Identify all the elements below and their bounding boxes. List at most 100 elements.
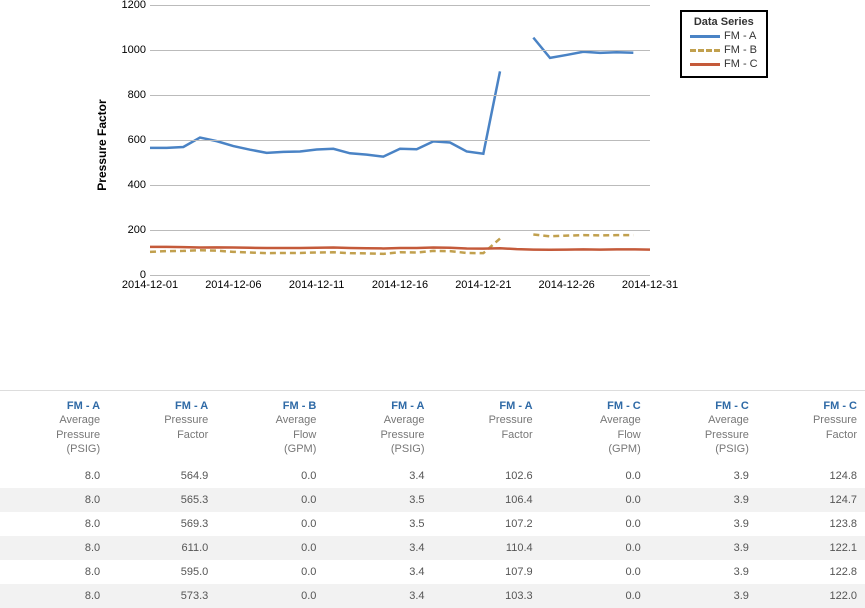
series-line <box>533 38 633 58</box>
legend-label: FM - A <box>724 30 756 42</box>
table-cell: 595.0 <box>108 560 216 584</box>
column-header[interactable]: FM - APressureFactor <box>108 391 216 464</box>
column-header[interactable]: FM - CAverageFlow(GPM) <box>541 391 649 464</box>
table-cell: 3.5 <box>324 488 432 512</box>
table-cell: 3.5 <box>324 512 432 536</box>
legend-swatch <box>690 49 720 52</box>
table-cell: 3.9 <box>649 512 757 536</box>
y-tick-label: 1000 <box>122 44 150 56</box>
column-header-sub: PressureFactor <box>441 413 533 442</box>
y-tick-label: 400 <box>128 179 150 191</box>
table-row: 8.0611.00.03.4110.40.03.9122.1 <box>0 536 865 560</box>
column-header-series: FM - A <box>116 399 208 413</box>
table-cell: 8.0 <box>0 512 108 536</box>
x-tick-label: 2014-12-01 <box>122 275 178 291</box>
column-header-sub: AverageFlow(GPM) <box>224 413 316 456</box>
table-cell: 0.0 <box>216 560 324 584</box>
legend-title: Data Series <box>690 16 758 28</box>
table-cell: 0.0 <box>541 560 649 584</box>
table-cell: 107.9 <box>433 560 541 584</box>
legend-swatch <box>690 35 720 38</box>
table-cell: 0.0 <box>541 584 649 608</box>
series-line <box>150 71 500 156</box>
y-tick-label: 800 <box>128 89 150 101</box>
column-header[interactable]: FM - CPressureFactor <box>757 391 865 464</box>
column-header-sub: AveragePressure(PSIG) <box>8 413 100 456</box>
column-header-series: FM - C <box>549 399 641 413</box>
table-cell: 8.0 <box>0 584 108 608</box>
y-tick-label: 1200 <box>122 0 150 11</box>
table-cell: 573.3 <box>108 584 216 608</box>
legend: Data Series FM - A FM - B FM - C <box>680 10 768 78</box>
plot-region: 0200400600800100012002014-12-012014-12-0… <box>150 5 650 276</box>
table-cell: 102.6 <box>433 464 541 488</box>
legend-swatch <box>690 63 720 66</box>
column-header[interactable]: FM - AAveragePressure(PSIG) <box>324 391 432 464</box>
legend-label: FM - C <box>724 58 758 70</box>
x-tick-label: 2014-12-26 <box>539 275 595 291</box>
gridline <box>150 5 650 6</box>
gridline <box>150 140 650 141</box>
table-cell: 3.4 <box>324 464 432 488</box>
table-cell: 3.9 <box>649 560 757 584</box>
data-table: FM - AAveragePressure(PSIG)FM - APressur… <box>0 391 865 608</box>
table-cell: 122.0 <box>757 584 865 608</box>
table-row: 8.0573.30.03.4103.30.03.9122.0 <box>0 584 865 608</box>
column-header-series: FM - C <box>765 399 857 413</box>
column-header[interactable]: FM - AAveragePressure(PSIG) <box>0 391 108 464</box>
column-header-sub: AveragePressure(PSIG) <box>657 413 749 456</box>
table-cell: 110.4 <box>433 536 541 560</box>
gridline <box>150 230 650 231</box>
table-cell: 0.0 <box>541 512 649 536</box>
table-cell: 0.0 <box>541 464 649 488</box>
x-tick-label: 2014-12-31 <box>622 275 678 291</box>
table-cell: 565.3 <box>108 488 216 512</box>
table-cell: 103.3 <box>433 584 541 608</box>
column-header[interactable]: FM - CAveragePressure(PSIG) <box>649 391 757 464</box>
column-header-series: FM - C <box>657 399 749 413</box>
table-cell: 0.0 <box>216 584 324 608</box>
table-cell: 106.4 <box>433 488 541 512</box>
table-cell: 122.8 <box>757 560 865 584</box>
y-axis-title: Pressure Factor <box>95 99 109 190</box>
column-header-series: FM - B <box>224 399 316 413</box>
table-cell: 564.9 <box>108 464 216 488</box>
table-cell: 569.3 <box>108 512 216 536</box>
x-tick-label: 2014-12-21 <box>455 275 511 291</box>
legend-label: FM - B <box>724 44 757 56</box>
table-cell: 3.9 <box>649 464 757 488</box>
y-tick-label: 600 <box>128 134 150 146</box>
column-header-series: FM - A <box>332 399 424 413</box>
series-line <box>533 235 633 237</box>
x-tick-label: 2014-12-16 <box>372 275 428 291</box>
y-tick-label: 200 <box>128 224 150 236</box>
table-cell: 3.4 <box>324 560 432 584</box>
table-cell: 0.0 <box>541 536 649 560</box>
table-cell: 611.0 <box>108 536 216 560</box>
column-header-sub: PressureFactor <box>765 413 857 442</box>
table-cell: 3.4 <box>324 584 432 608</box>
table-row: 8.0595.00.03.4107.90.03.9122.8 <box>0 560 865 584</box>
column-header-sub: AverageFlow(GPM) <box>549 413 641 456</box>
table-cell: 3.9 <box>649 488 757 512</box>
column-header-series: FM - A <box>8 399 100 413</box>
table-cell: 3.4 <box>324 536 432 560</box>
gridline <box>150 50 650 51</box>
column-header[interactable]: FM - BAverageFlow(GPM) <box>216 391 324 464</box>
gridline <box>150 95 650 96</box>
table-cell: 3.9 <box>649 584 757 608</box>
legend-item: FM - B <box>690 44 758 56</box>
table-cell: 8.0 <box>0 464 108 488</box>
gridline <box>150 185 650 186</box>
x-tick-label: 2014-12-06 <box>205 275 261 291</box>
column-header-sub: AveragePressure(PSIG) <box>332 413 424 456</box>
table-row: 8.0569.30.03.5107.20.03.9123.8 <box>0 512 865 536</box>
chart-area: Pressure Factor 020040060080010001200201… <box>0 0 865 320</box>
table-cell: 0.0 <box>541 488 649 512</box>
table-cell: 123.8 <box>757 512 865 536</box>
table-cell: 0.0 <box>216 464 324 488</box>
table-row: 8.0564.90.03.4102.60.03.9124.8 <box>0 464 865 488</box>
table-cell: 0.0 <box>216 488 324 512</box>
table-cell: 0.0 <box>216 536 324 560</box>
column-header[interactable]: FM - APressureFactor <box>433 391 541 464</box>
